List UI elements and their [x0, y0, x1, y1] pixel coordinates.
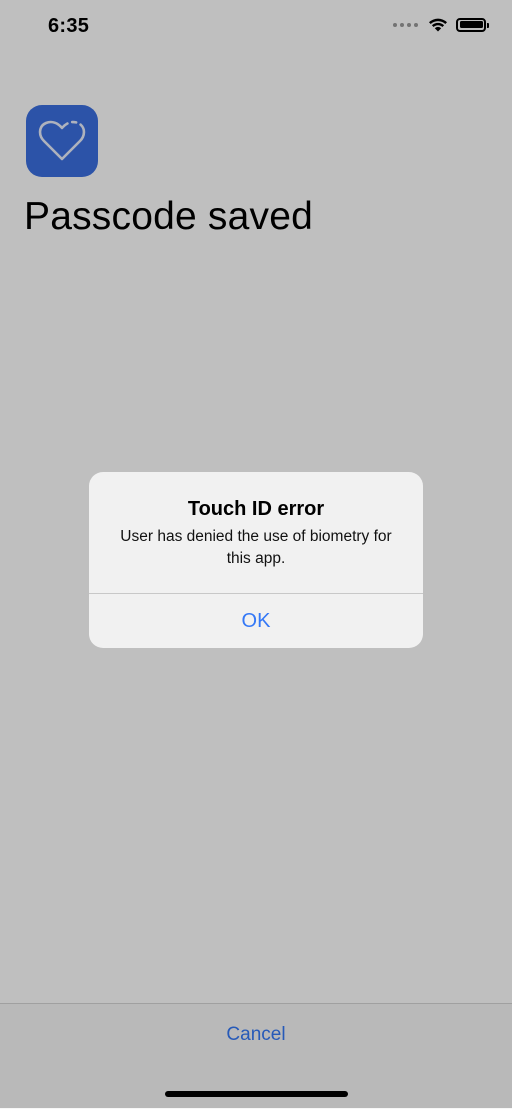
alert-dialog: Touch ID error User has denied the use o… — [89, 472, 423, 648]
alert-title: Touch ID error — [187, 498, 325, 520]
alert-ok-button[interactable]: OK — [89, 594, 423, 648]
alert-message: User has denied the use of biometry for … — [120, 528, 392, 567]
